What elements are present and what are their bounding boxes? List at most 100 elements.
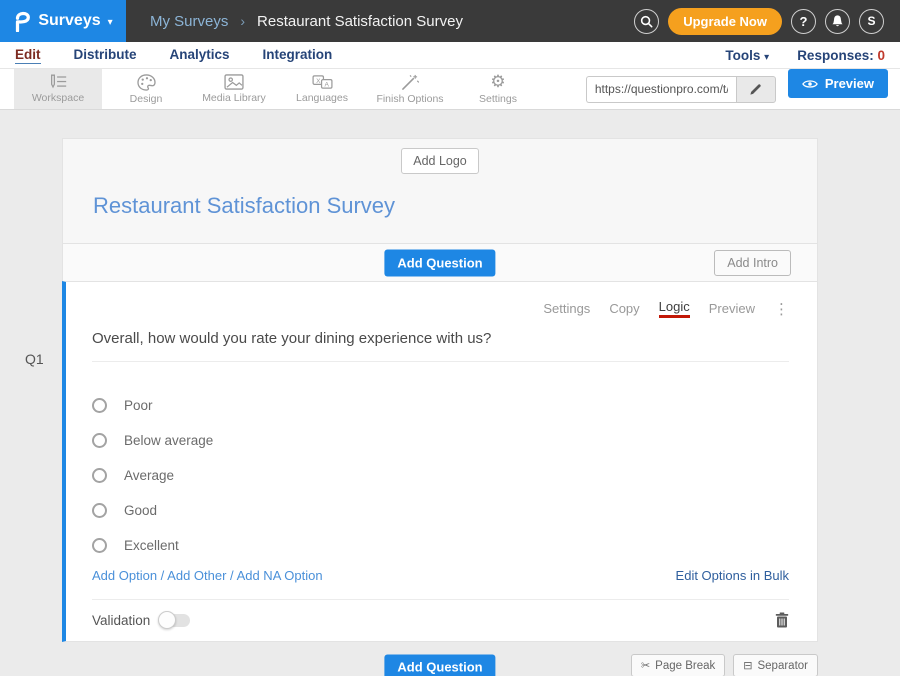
toolbar-design[interactable]: Design [102, 69, 190, 109]
survey-title[interactable]: Restaurant Satisfaction Survey [93, 193, 817, 219]
finish-options-label: Finish Options [376, 93, 443, 105]
toolbar-languages[interactable]: X A Languages [278, 69, 366, 109]
tab-edit[interactable]: Edit [15, 47, 41, 64]
survey-url-input[interactable] [586, 76, 736, 103]
nav-tabs: Edit Distribute Analytics Integration [15, 47, 332, 64]
translate-icon: X A [312, 74, 333, 90]
add-question-button-bottom[interactable]: Add Question [384, 655, 495, 676]
answer-option-row[interactable]: Average [92, 458, 789, 493]
upgrade-now-button[interactable]: Upgrade Now [668, 8, 782, 35]
option-label[interactable]: Poor [124, 398, 153, 413]
avatar-initial: S [867, 14, 875, 28]
question-copy-link[interactable]: Copy [609, 301, 639, 316]
option-label[interactable]: Good [124, 503, 157, 518]
responses-label: Responses: [797, 48, 874, 63]
search-button[interactable] [634, 9, 659, 34]
page-break-button[interactable]: ✂ Page Break [631, 654, 725, 676]
question-settings-link[interactable]: Settings [543, 301, 590, 316]
option-label[interactable]: Average [124, 468, 174, 483]
toolbar-workspace[interactable]: Workspace [14, 69, 102, 109]
link-separator: / [157, 568, 167, 583]
question-actions: Settings Copy Logic Preview ⋮ [92, 282, 789, 318]
answer-option-row[interactable]: Excellent [92, 528, 789, 563]
edit-toolbar: Workspace Design Media Library X A Langu… [0, 69, 900, 110]
validation-label: Validation [92, 613, 150, 628]
add-question-button-top[interactable]: Add Question [384, 249, 495, 276]
toolbar-media-library[interactable]: Media Library [190, 69, 278, 109]
help-button[interactable]: ? [791, 9, 816, 34]
question-logic-link[interactable]: Logic [659, 299, 690, 318]
add-na-option-link[interactable]: Add NA Option [237, 568, 323, 583]
question-text[interactable]: Overall, how would you rate your dining … [92, 330, 789, 362]
preview-button[interactable]: Preview [788, 69, 888, 98]
search-icon [640, 15, 653, 28]
media-library-label: Media Library [202, 92, 266, 104]
breadcrumb: My Surveys › Restaurant Satisfaction Sur… [150, 13, 463, 30]
settings-label: Settings [479, 93, 517, 105]
footer-insert-buttons: ✂ Page Break ⊟ Separator [631, 654, 818, 676]
survey-editor-canvas: Q1 Add Logo Restaurant Satisfaction Surv… [0, 138, 900, 676]
tab-integration[interactable]: Integration [263, 47, 333, 64]
delete-question-button[interactable] [775, 612, 789, 628]
toolbar-settings[interactable]: ⚙ Settings [454, 69, 542, 109]
design-label: Design [130, 93, 163, 105]
link-separator: / [226, 568, 236, 583]
page-break-icon: ✂ [641, 659, 650, 672]
question-card: Settings Copy Logic Preview ⋮ Overall, h… [62, 281, 818, 642]
topbar-actions: Upgrade Now ? S [634, 8, 900, 35]
surveys-menu-label: Surveys [38, 12, 100, 30]
tools-label: Tools [725, 48, 760, 63]
separator-label: Separator [757, 660, 808, 672]
add-other-link[interactable]: Add Other [167, 568, 226, 583]
tab-distribute[interactable]: Distribute [74, 47, 137, 64]
toolbar-finish-options[interactable]: Finish Options [366, 69, 454, 109]
languages-label: Languages [296, 92, 348, 104]
preview-label: Preview [825, 76, 874, 91]
responses-counter[interactable]: Responses: 0 [797, 48, 885, 63]
radio-icon[interactable] [92, 538, 107, 553]
account-avatar[interactable]: S [859, 9, 884, 34]
add-intro-button[interactable]: Add Intro [714, 250, 791, 276]
notifications-button[interactable] [825, 9, 850, 34]
option-links: Add Option / Add Other / Add NA Option [92, 568, 323, 583]
svg-text:X: X [316, 78, 321, 85]
edit-options-in-bulk-link[interactable]: Edit Options in Bulk [676, 568, 789, 583]
workspace-icon [48, 74, 68, 90]
magic-wand-icon [401, 74, 419, 91]
add-question-row-bottom: Add Question ✂ Page Break ⊟ Separator [62, 654, 818, 676]
radio-icon[interactable] [92, 433, 107, 448]
survey-card: Add Logo Restaurant Satisfaction Survey … [62, 138, 818, 642]
responses-count: 0 [877, 48, 885, 63]
validation-toggle[interactable] [160, 614, 190, 627]
palette-icon [137, 74, 156, 91]
answer-options-list: Poor Below average Average Good Excellen… [92, 388, 789, 563]
question-more-menu-icon[interactable]: ⋮ [774, 300, 789, 318]
radio-icon[interactable] [92, 468, 107, 483]
validation-row: Validation [92, 599, 789, 641]
add-logo-button[interactable]: Add Logo [401, 148, 479, 174]
section-nav: Edit Distribute Analytics Integration To… [0, 42, 900, 69]
add-option-link[interactable]: Add Option [92, 568, 157, 583]
radio-icon[interactable] [92, 503, 107, 518]
radio-icon[interactable] [92, 398, 107, 413]
separator-button[interactable]: ⊟ Separator [733, 654, 818, 676]
answer-option-row[interactable]: Poor [92, 388, 789, 423]
edit-url-button[interactable] [736, 76, 776, 103]
option-links-row: Add Option / Add Other / Add NA Option E… [92, 568, 789, 583]
svg-text:A: A [324, 82, 329, 89]
top-bar: Surveys ▾ My Surveys › Restaurant Satisf… [0, 0, 900, 42]
app-switcher[interactable]: Surveys ▾ [0, 0, 126, 42]
breadcrumb-my-surveys[interactable]: My Surveys [150, 13, 228, 30]
question-mark-icon: ? [800, 14, 808, 29]
question-preview-link[interactable]: Preview [709, 301, 755, 316]
answer-option-row[interactable]: Good [92, 493, 789, 528]
chevron-down-icon: ▾ [108, 17, 113, 28]
option-label[interactable]: Excellent [124, 538, 179, 553]
bell-icon [831, 14, 844, 28]
tab-analytics[interactable]: Analytics [170, 47, 230, 64]
survey-url-group [586, 69, 776, 109]
image-icon [224, 74, 244, 90]
option-label[interactable]: Below average [124, 433, 213, 448]
tools-dropdown[interactable]: Tools ▾ [725, 48, 769, 63]
answer-option-row[interactable]: Below average [92, 423, 789, 458]
